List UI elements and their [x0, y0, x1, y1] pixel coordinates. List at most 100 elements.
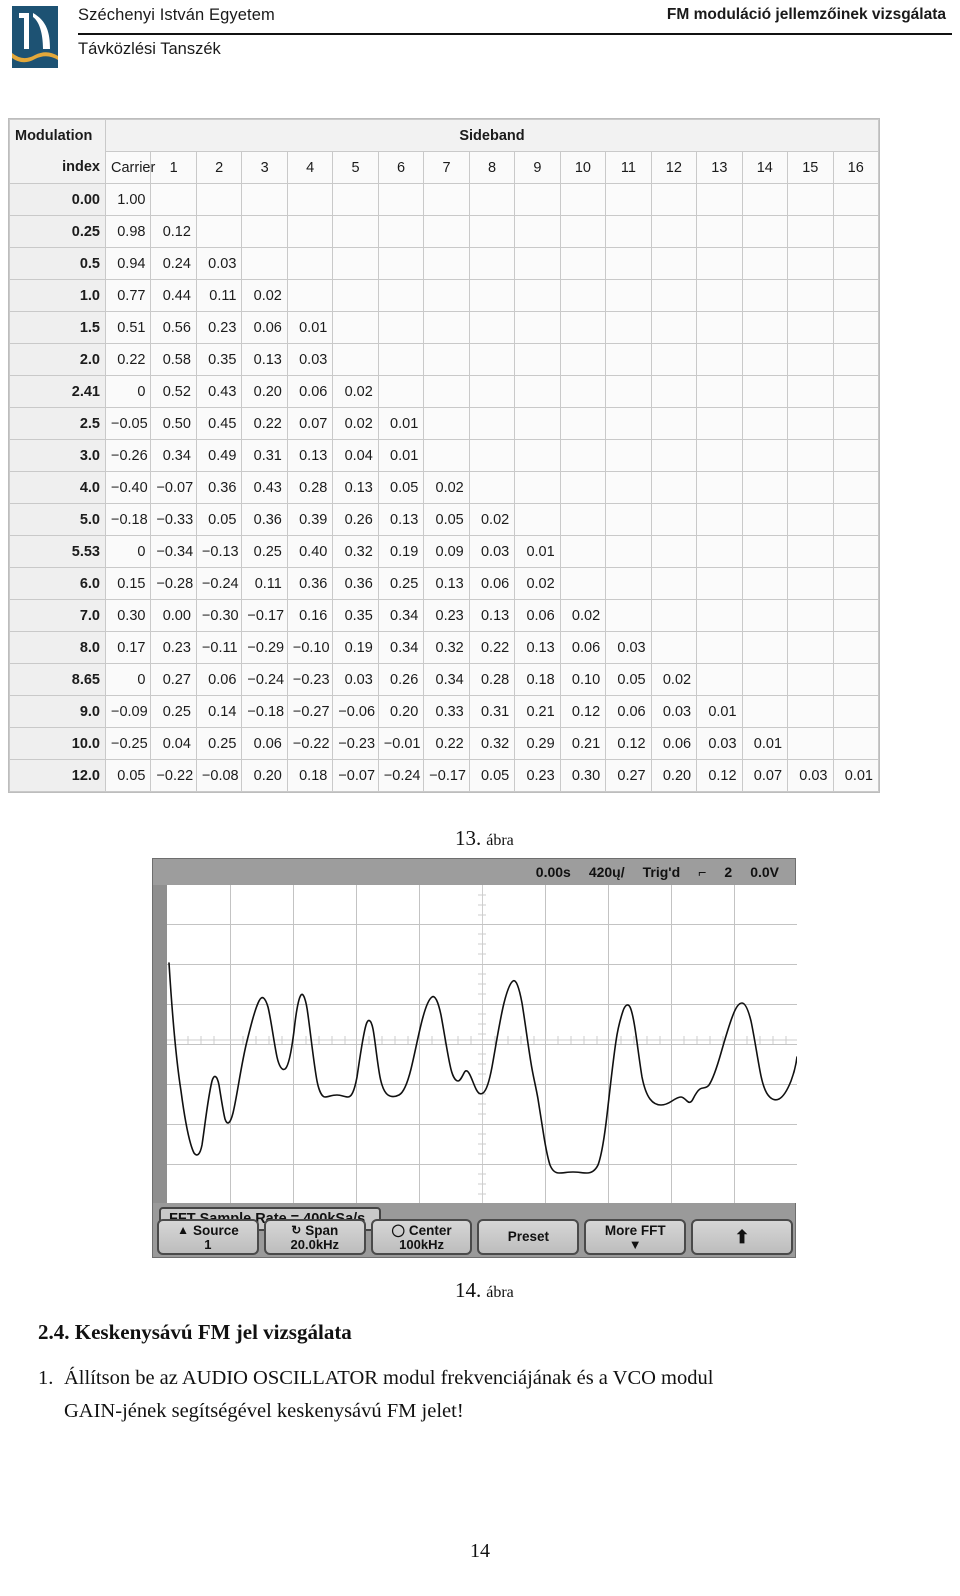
sideband-amplitude-cell: 0.07 [741, 759, 789, 792]
scope-trigger-source: 2 [724, 864, 733, 880]
sideband-amplitude-cell: 0.23 [514, 759, 561, 792]
table-row: 0.25 0.98 0.12 [9, 215, 879, 248]
sideband-amplitude-cell: −0.30 [195, 599, 243, 632]
sideband-amplitude-cell: 0.06 [241, 311, 288, 344]
sideband-header-9: 9 [514, 151, 561, 184]
sideband-amplitude-cell [832, 727, 879, 760]
softkey-source[interactable]: ▲ Source 1 [157, 1219, 259, 1255]
sideband-amplitude-cell [696, 183, 743, 216]
sideband-amplitude-cell: 0.26 [332, 503, 379, 536]
sideband-amplitude-cell: −0.22 [286, 727, 334, 760]
sideband-amplitude-cell: −0.29 [241, 631, 288, 664]
sideband-amplitude-cell: 0.05 [195, 503, 243, 536]
sideband-amplitude-cell [650, 567, 698, 600]
sideband-amplitude-cell [605, 471, 652, 504]
carrier-amplitude-cell: −0.18 [104, 503, 152, 536]
sideband-amplitude-cell [650, 631, 698, 664]
sideband-header-5: 5 [332, 151, 379, 184]
sideband-amplitude-cell: 0.20 [650, 759, 698, 792]
sideband-header-7: 7 [423, 151, 470, 184]
section-title: 2.4. Keskenysávú FM jel vizsgálata [38, 1320, 352, 1344]
sideband-amplitude-cell [832, 311, 879, 344]
softkey-center[interactable]: ◯ Center 100kHz [370, 1219, 473, 1255]
sideband-amplitude-cell [605, 439, 652, 472]
softkey-preset[interactable]: Preset [477, 1219, 580, 1255]
softkey-back[interactable]: ⬆ [691, 1219, 793, 1255]
modulation-index-cell: 5.0 [9, 503, 106, 536]
carrier-amplitude-cell: 0.05 [104, 759, 152, 792]
sideband-amplitude-cell: 0.34 [377, 631, 425, 664]
sideband-amplitude-cell: −0.01 [377, 727, 425, 760]
sideband-amplitude-cell: 0.31 [468, 695, 516, 728]
sideband-amplitude-cell [559, 535, 607, 568]
sideband-amplitude-cell [650, 343, 698, 376]
sideband-amplitude-cell: 0.35 [332, 599, 379, 632]
sideband-amplitude-cell [514, 311, 561, 344]
sideband-amplitude-cell [423, 279, 470, 312]
sideband-amplitude-cell [514, 215, 561, 248]
softkey-span-value: 20.0kHz [290, 1236, 339, 1252]
sideband-amplitude-cell: 0.31 [241, 439, 288, 472]
scope-softkey-bar[interactable]: ▲ Source 1 ↻ Span 20.0kHz ◯ Center 100kH… [157, 1219, 793, 1255]
sideband-amplitude-cell [332, 183, 379, 216]
sideband-amplitude-cell [332, 215, 379, 248]
sideband-amplitude-cell: 0.02 [332, 407, 379, 440]
sideband-amplitude-cell [605, 535, 652, 568]
table-row: 7.0 0.30 0.00 −0.30 −0.17 0.16 0.35 0.34 0.23 0.1… [9, 599, 879, 632]
sideband-amplitude-cell [605, 599, 652, 632]
sideband-amplitude-cell [741, 215, 789, 248]
sideband-amplitude-cell [650, 183, 698, 216]
sideband-amplitude-cell: 0.13 [468, 599, 516, 632]
sideband-amplitude-cell: 0.22 [241, 407, 288, 440]
sideband-amplitude-cell [787, 695, 834, 728]
sideband-amplitude-cell: 0.40 [286, 535, 334, 568]
sideband-amplitude-cell [377, 215, 425, 248]
sideband-amplitude-cell [559, 279, 607, 312]
sideband-amplitude-cell: 0.44 [150, 279, 197, 312]
sideband-amplitude-cell: 0.13 [332, 471, 379, 504]
carrier-amplitude-cell: 1.00 [104, 183, 152, 216]
sideband-amplitude-cell: 0.01 [832, 759, 879, 792]
sideband-amplitude-cell: 0.52 [150, 375, 197, 408]
sideband-amplitude-cell [514, 183, 561, 216]
header-row: Széchenyi István Egyetem FM moduláció je… [78, 6, 950, 32]
sideband-amplitude-cell: 0.39 [286, 503, 334, 536]
sideband-amplitude-cell [832, 631, 879, 664]
modulation-index-cell: 0.25 [9, 215, 106, 248]
sideband-amplitude-cell [468, 407, 516, 440]
sideband-amplitude-cell [423, 311, 470, 344]
scope-left-margin [153, 885, 167, 1203]
sideband-amplitude-cell [650, 439, 698, 472]
logo-waves-icon [12, 50, 58, 68]
carrier-amplitude-cell: 0.51 [104, 311, 152, 344]
sideband-amplitude-cell: 0.21 [559, 727, 607, 760]
sideband-amplitude-cell [605, 247, 652, 280]
sideband-amplitude-cell [241, 247, 288, 280]
sideband-amplitude-cell: 0.19 [377, 535, 425, 568]
sideband-amplitude-cell: 0.19 [332, 631, 379, 664]
sideband-amplitude-cell: 0.34 [150, 439, 197, 472]
sideband-amplitude-cell: 0.02 [241, 279, 288, 312]
sideband-amplitude-cell [559, 407, 607, 440]
sideband-amplitude-cell [787, 343, 834, 376]
sideband-amplitude-cell: −0.24 [241, 663, 288, 696]
sideband-amplitude-cell [605, 183, 652, 216]
sideband-amplitude-cell: 0.24 [150, 247, 197, 280]
carrier-amplitude-cell: 0.17 [104, 631, 152, 664]
sideband-amplitude-cell: 0.34 [377, 599, 425, 632]
modulation-index-cell: 1.5 [9, 311, 106, 344]
sideband-amplitude-cell: −0.27 [286, 695, 334, 728]
sideband-amplitude-cell [696, 407, 743, 440]
softkey-span[interactable]: ↻ Span 20.0kHz [263, 1219, 366, 1255]
back-up-arrow-icon: ⬆ [734, 1227, 750, 1248]
sideband-header-6: 6 [377, 151, 425, 184]
modulation-index-cell: 5.53 [9, 535, 106, 568]
sideband-amplitude-cell [332, 311, 379, 344]
sideband-amplitude-cell [787, 215, 834, 248]
table-row: 9.0 −0.09 0.25 0.14 −0.18 −0.27 −0.06 0.20 0.33 0… [9, 695, 879, 728]
sideband-amplitude-cell [423, 183, 470, 216]
softkey-center-label: Center [408, 1222, 452, 1238]
sideband-amplitude-cell: 0.03 [195, 247, 243, 280]
sideband-header-10: 10 [559, 151, 607, 184]
softkey-more-fft[interactable]: More FFT ▼ [584, 1219, 687, 1255]
